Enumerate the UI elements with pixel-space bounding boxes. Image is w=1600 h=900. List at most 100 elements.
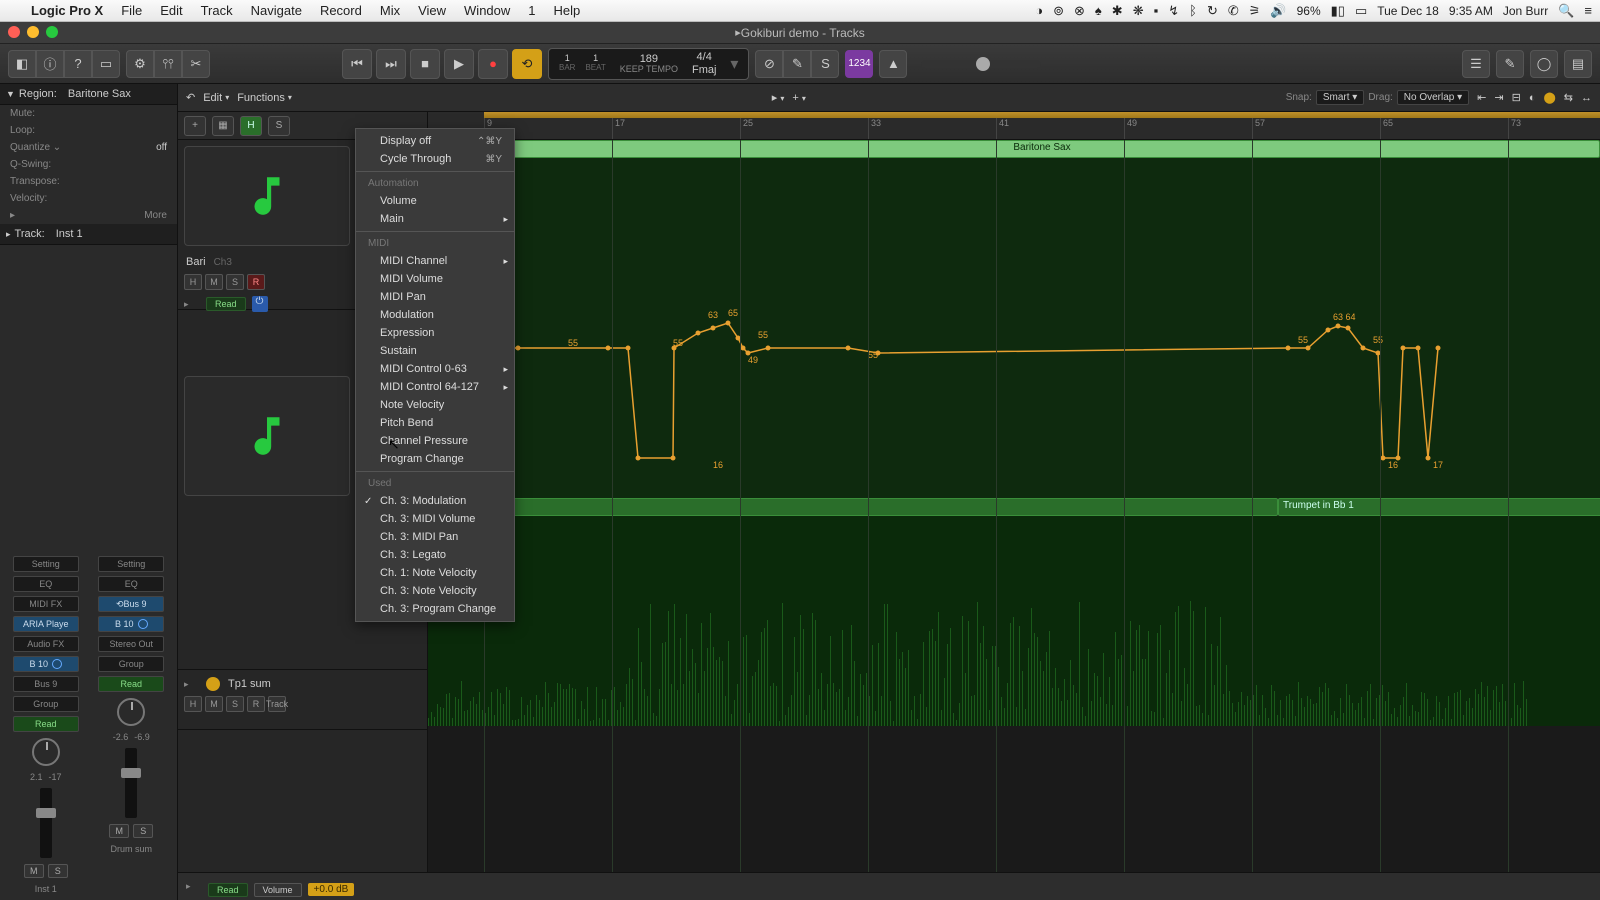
menu-item[interactable]: Sustain <box>356 342 514 360</box>
volume-fader[interactable] <box>40 788 52 858</box>
browser-button[interactable]: ▤ <box>1564 50 1592 78</box>
edit-menu[interactable]: Edit ▾ <box>203 92 229 104</box>
solo-button[interactable]: S <box>133 824 153 838</box>
automation-mode[interactable]: Read <box>13 716 79 732</box>
automation-lane[interactable]: 5555556365554955165563 64551617 <box>428 158 1600 498</box>
menu-item[interactable]: Ch. 3: MIDI Volume <box>356 510 514 528</box>
menu-item[interactable]: Volume <box>356 192 514 210</box>
track-color[interactable] <box>206 677 220 691</box>
toolbar-button[interactable]: ▭ <box>92 50 120 78</box>
menu-window[interactable]: Window <box>455 3 519 18</box>
solo-button[interactable]: S <box>48 864 68 878</box>
inspector-row[interactable]: Quantize ⌄off <box>0 139 177 156</box>
forward-button[interactable]: ⏭ <box>376 49 406 79</box>
menu-navigate[interactable]: Navigate <box>242 3 311 18</box>
tool-button[interactable]: ⇤ <box>1477 91 1486 104</box>
menubar-date[interactable]: Tue Dec 18 <box>1377 4 1439 18</box>
menu-item[interactable]: ✓Ch. 3: Modulation <box>356 492 514 510</box>
cycle-button[interactable]: ⟲ <box>512 49 542 79</box>
tool-button[interactable]: ⇆ <box>1564 91 1573 104</box>
mute-button[interactable]: M <box>109 824 129 838</box>
menu-item[interactable]: Ch. 1: Note Velocity <box>356 564 514 582</box>
menu-item[interactable]: Pitch Bend <box>356 414 514 432</box>
track-lanes[interactable]: Baritone Sax 5555556365554955165563 6455… <box>428 140 1600 900</box>
pan-knob[interactable] <box>32 738 60 766</box>
count-in-button[interactable]: ✎ <box>783 50 811 78</box>
menu-item[interactable]: Expression <box>356 324 514 342</box>
metronome-button[interactable]: ▲ <box>879 50 907 78</box>
track-header[interactable]: ▸Track: Inst 1 <box>0 224 177 245</box>
rewind-button[interactable]: ⏮ <box>342 49 372 79</box>
stop-button[interactable]: ■ <box>410 49 440 79</box>
region-header[interactable]: ▼Region: Baritone Sax <box>0 84 177 105</box>
waveform-lane[interactable] <box>428 516 1600 726</box>
lcd-display[interactable]: 1BAR 1BEAT 189KEEP TEMPO 4/4Fmaj ▾ <box>548 48 749 80</box>
inspector-row[interactable]: Transpose: <box>0 173 177 190</box>
pan-knob[interactable] <box>117 698 145 726</box>
status-icon[interactable]: ◑ <box>1035 3 1043 18</box>
close-button[interactable] <box>8 26 20 38</box>
snap-select[interactable]: Smart ▾ <box>1316 90 1364 105</box>
h-button[interactable]: H <box>184 274 202 290</box>
inspector-row[interactable]: Mute: <box>0 105 177 122</box>
menu-item[interactable]: Display off⌃⌘Y <box>356 132 514 150</box>
tool-button[interactable]: ⬤ <box>1543 91 1555 104</box>
region[interactable]: Trumpet in Bb 1 <box>1278 498 1600 516</box>
timeline-ruler[interactable]: 9172533414957657381 <box>428 112 1600 139</box>
mixer-icon[interactable]: ⫯⫯ <box>154 50 182 78</box>
instrument-slot[interactable]: ARIA Playe <box>13 616 79 632</box>
settings-icon[interactable]: ⚙ <box>126 50 154 78</box>
inspector-row[interactable]: Q-Swing: <box>0 156 177 173</box>
pointer-tool[interactable]: ▸ ▾ <box>772 91 785 104</box>
menu-item[interactable]: MIDI Control 64-127▸ <box>356 378 514 396</box>
tool-button[interactable]: ↔ <box>1581 92 1592 104</box>
tuner-button[interactable]: ⊘ <box>755 50 783 78</box>
menu-icon[interactable]: ≡ <box>1584 3 1592 18</box>
status-icon[interactable]: ✱ <box>1112 3 1123 19</box>
eq-slot[interactable]: EQ <box>13 576 79 592</box>
add-track-button[interactable]: + <box>184 116 206 136</box>
menubar-time[interactable]: 9:35 AM <box>1449 4 1493 18</box>
audiofx-slot[interactable]: Audio FX <box>13 636 79 652</box>
menu-edit[interactable]: Edit <box>151 3 191 18</box>
read-mode[interactable]: Read <box>206 297 246 311</box>
menu-item[interactable]: Channel Pressure <box>356 432 514 450</box>
menu-item[interactable]: MIDI Channel▸ <box>356 252 514 270</box>
help-button[interactable]: ? <box>64 50 92 78</box>
notes-button[interactable]: ✎ <box>1496 50 1524 78</box>
list-editors-button[interactable]: ☰ <box>1462 50 1490 78</box>
play-button[interactable]: ▶ <box>444 49 474 79</box>
track-thumbnail[interactable] <box>184 376 350 496</box>
eq-slot[interactable]: EQ <box>98 576 164 592</box>
volume-icon[interactable]: 🔊 <box>1270 3 1286 19</box>
menu-item[interactable]: Modulation <box>356 306 514 324</box>
solo-button[interactable]: S <box>268 116 290 136</box>
loops-button[interactable]: ◯ <box>1530 50 1558 78</box>
status-icon[interactable]: ♠ <box>1095 3 1102 18</box>
s-button[interactable]: S <box>226 274 244 290</box>
param-select[interactable]: Volume <box>254 883 302 897</box>
status-icon[interactable]: ⊚ <box>1053 3 1064 19</box>
library-button[interactable]: ◧ <box>8 50 36 78</box>
menu-item[interactable]: Ch. 3: Note Velocity <box>356 582 514 600</box>
setting-slot[interactable]: Setting <box>98 556 164 572</box>
tool-button[interactable]: ⊟ <box>1512 91 1521 104</box>
mode-button[interactable]: 1234 <box>845 50 873 78</box>
hide-button[interactable]: H <box>240 116 262 136</box>
scissors-icon[interactable]: ✂ <box>182 50 210 78</box>
menu-item[interactable]: Cycle Through⌘Y <box>356 150 514 168</box>
menu-item[interactable]: Note Velocity <box>356 396 514 414</box>
automation-mode[interactable]: Read <box>98 676 164 692</box>
menu-track[interactable]: Track <box>192 3 242 18</box>
bluetooth-icon[interactable]: ᛒ <box>1189 3 1197 18</box>
output-slot[interactable]: Stereo Out <box>98 636 164 652</box>
midifx-slot[interactable]: MIDI FX <box>13 596 79 612</box>
record-button[interactable]: ● <box>478 49 508 79</box>
menubar-user[interactable]: Jon Burr <box>1503 4 1548 18</box>
status-icon[interactable]: ▭ <box>1355 3 1367 19</box>
secondary-tool[interactable]: + ▾ <box>792 92 806 104</box>
expand-icon[interactable]: ▸ <box>184 679 196 690</box>
inspector-button[interactable]: ⓘ <box>36 50 64 78</box>
r-button[interactable]: R <box>247 696 265 712</box>
send-slot[interactable]: B 10 <box>98 616 164 632</box>
